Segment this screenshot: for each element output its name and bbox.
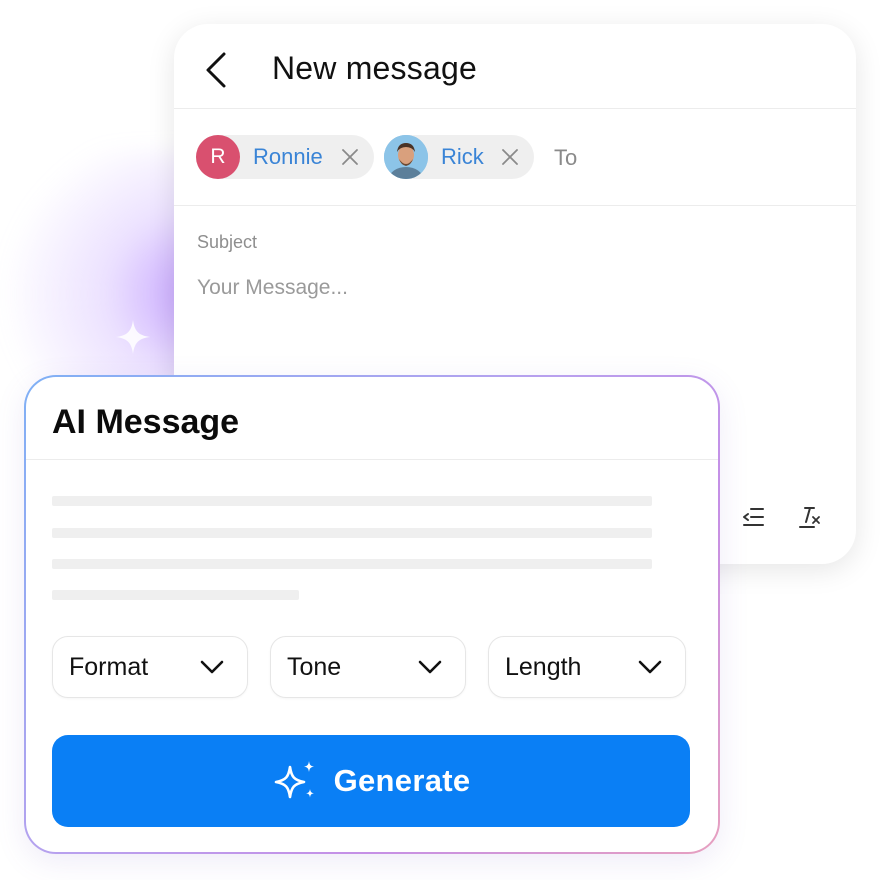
outdent-icon[interactable] <box>741 504 767 530</box>
page-title: New message <box>272 50 477 86</box>
placeholder-line <box>52 528 652 538</box>
compose-header: New message <box>174 24 856 109</box>
dropdown-label: Tone <box>287 652 342 681</box>
avatar <box>384 135 428 179</box>
placeholder-line <box>52 590 299 600</box>
generate-label: Generate <box>333 763 471 798</box>
format-dropdown[interactable]: Format <box>52 636 248 698</box>
sparkle-icon <box>115 319 151 355</box>
back-arrow-icon[interactable] <box>200 50 234 90</box>
ai-message-card: AI Message Format Tone Length Generate <box>26 377 718 852</box>
placeholder-line <box>52 496 652 506</box>
recipients-row: R Ronnie Rick To <box>174 109 856 206</box>
length-dropdown[interactable]: Length <box>488 636 686 698</box>
divider <box>26 459 718 460</box>
clear-format-icon[interactable] <box>797 504 823 530</box>
placeholder-line <box>52 559 652 569</box>
subject-field[interactable]: Subject <box>197 232 257 253</box>
sparkles-icon <box>274 761 314 799</box>
generate-button[interactable]: Generate <box>52 735 690 827</box>
user-photo-icon <box>384 135 428 179</box>
dropdown-label: Length <box>505 652 582 681</box>
close-icon[interactable] <box>340 147 360 167</box>
dropdown-label: Format <box>69 652 149 681</box>
message-field[interactable]: Your Message... <box>197 276 348 300</box>
close-icon[interactable] <box>500 147 520 167</box>
ai-message-panel: AI Message Format Tone Length Generate <box>24 375 720 854</box>
chevron-down-icon <box>418 660 442 674</box>
chevron-down-icon <box>200 660 224 674</box>
to-field[interactable]: To <box>554 145 577 171</box>
recipient-name: Rick <box>441 144 484 169</box>
recipient-chip-ronnie[interactable]: R Ronnie <box>196 135 374 179</box>
recipient-name: Ronnie <box>253 144 323 169</box>
ai-message-title: AI Message <box>52 403 240 441</box>
avatar: R <box>196 135 240 179</box>
tone-dropdown[interactable]: Tone <box>270 636 466 698</box>
chevron-down-icon <box>638 660 662 674</box>
recipient-chip-rick[interactable]: Rick <box>384 135 534 179</box>
